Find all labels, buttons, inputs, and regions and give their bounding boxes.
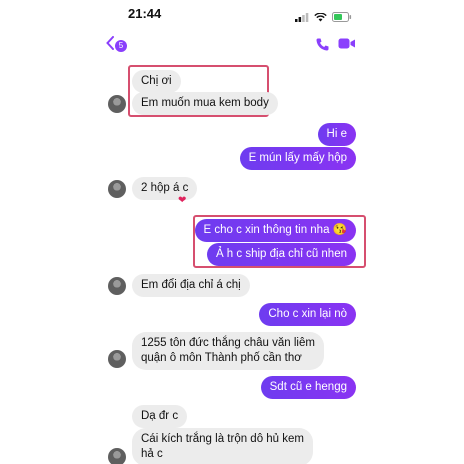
avatar — [108, 350, 126, 368]
outgoing-message: Ả h c ship địa chỉ cũ nhen — [206, 243, 356, 266]
incoming-message: Em muốn mua kem body — [132, 92, 278, 115]
incoming-message: Dạ đr c — [132, 405, 188, 428]
phone-call-icon[interactable] — [315, 37, 330, 57]
status-bar: 21:44 — [98, 0, 366, 30]
wifi-icon — [314, 9, 327, 27]
message-line: Cái kích trắng là trộn dô hủ kem — [141, 433, 304, 445]
video-call-icon[interactable] — [338, 37, 356, 55]
incoming-message: Chị ơi — [132, 70, 181, 93]
chevron-left-icon — [106, 36, 114, 55]
outgoing-message: Hi e — [317, 123, 356, 146]
message-line: hả c — [141, 448, 163, 460]
outgoing-message: E cho c xin thông tin nha 😘 — [194, 219, 356, 242]
avatar — [108, 95, 126, 113]
status-time: 21:44 — [128, 6, 162, 21]
status-icons — [295, 9, 352, 27]
incoming-message: 2 hộp á c — [132, 177, 198, 200]
avatar — [108, 277, 126, 295]
battery-icon — [332, 9, 352, 27]
outgoing-message: Sdt cũ e hengg — [260, 376, 356, 399]
chat-screen: 21:44 5 Chị ơi Em muốn mua kem body Hi e… — [98, 0, 366, 464]
message-line: 1255 tôn đức thắng châu văn liêm — [141, 337, 315, 349]
chat-header: 5 — [98, 30, 366, 62]
heart-reaction-icon: ❤ — [178, 195, 187, 206]
incoming-message: 1255 tôn đức thắng châu văn liêm quận ô … — [132, 332, 324, 370]
incoming-message: Cái kích trắng là trộn dô hủ kem hả c — [132, 428, 313, 464]
outgoing-message: Cho c xin lại nò — [259, 303, 356, 326]
incoming-message: Em đổi địa chỉ á chị — [132, 274, 250, 297]
signal-icon — [295, 9, 309, 27]
outgoing-message: E mún lấy mấy hộp — [239, 147, 356, 170]
unread-badge: 5 — [115, 39, 127, 52]
back-button[interactable]: 5 — [106, 36, 127, 55]
message-line: quận ô môn Thành phố cần thơ — [141, 352, 302, 364]
avatar — [108, 448, 126, 464]
avatar — [108, 180, 126, 198]
